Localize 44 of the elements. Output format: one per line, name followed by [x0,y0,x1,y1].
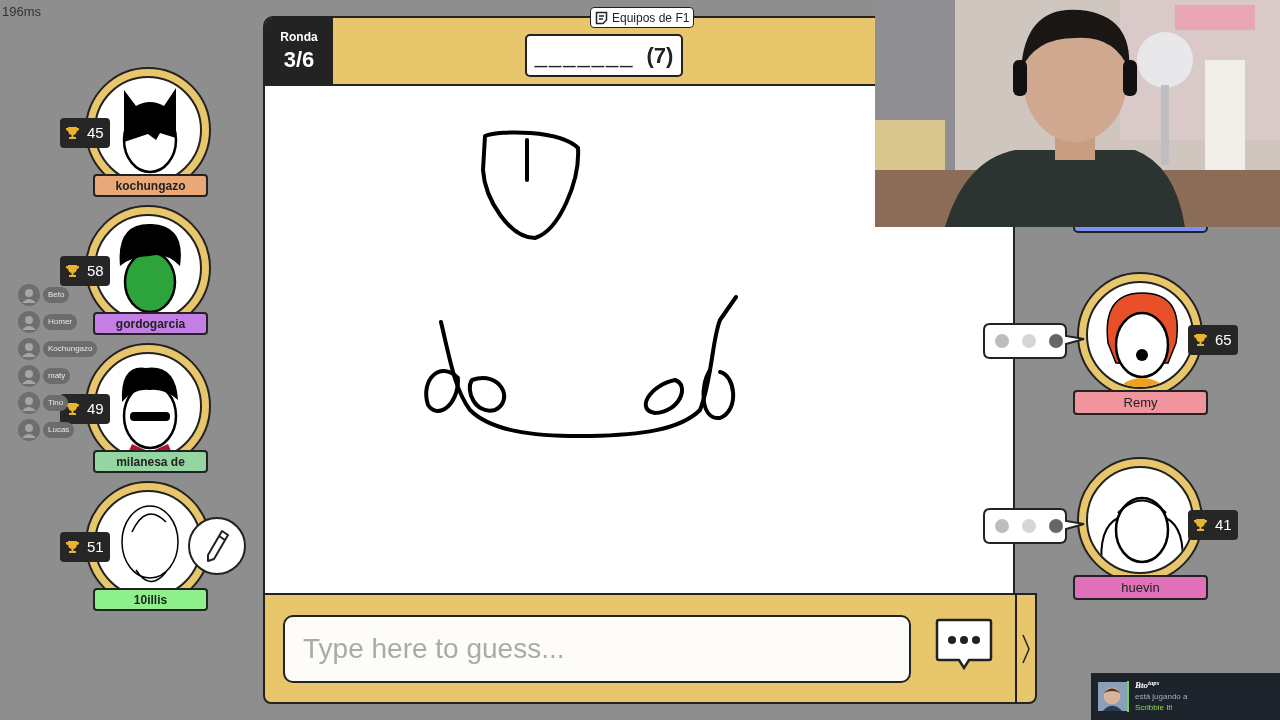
score-value: 51 [87,536,104,557]
score-value: 49 [87,398,104,419]
round-label: Ronda [280,29,318,47]
word-length: (7) [646,42,674,70]
player-name-plate: 10illis [93,588,208,611]
latency-label: 196ms [2,3,42,21]
trophy-icon [66,402,79,416]
avatar-icon [18,284,40,306]
avatar-icon [18,338,40,360]
avatar-icon [18,392,40,414]
avatar-icon [18,365,40,387]
player-name-plate: huevin [1073,575,1208,600]
score-value: 65 [1215,329,1232,350]
avatar-icon [18,311,40,333]
document-icon [595,10,608,25]
player-name-plate: milanesa de [93,450,208,473]
score-value: 41 [1215,514,1232,535]
trophy-icon [66,264,79,278]
trophy-icon [66,126,79,140]
game-name: Scribble It! [1135,702,1174,713]
score-value: 58 [87,260,104,281]
pencil-icon [204,529,230,563]
voice-user-name: Tino [43,395,69,411]
player-name-plate: Remy [1073,390,1208,415]
player-name-plate: kochungazo [93,174,208,197]
voice-user-name: Kochungazo [43,341,98,357]
voice-user-name: Homer [43,314,77,330]
team-tag: Equipos de F1 [590,7,695,28]
trophy-icon [1194,333,1207,347]
score-value: 45 [87,122,104,143]
chevron-right-icon[interactable] [1022,633,1030,664]
trophy-icon [1194,518,1207,532]
round-counter: 3/6 [283,46,315,74]
notification-text: está jugando a [1135,691,1188,702]
guess-input[interactable]: Type here to guess... [283,614,911,683]
avatar-icon [18,419,40,441]
drawing-canvas[interactable] [263,86,1015,593]
user-name: Bto$^{taps}$ [1135,680,1161,691]
word-blanks: _______ [534,42,635,70]
voice-user-name: Beto [43,287,70,303]
voice-user-name: maty [43,368,71,384]
player-name-plate: gordogarcia [93,312,208,335]
trophy-icon [66,540,79,554]
voice-user-name: Lucas [43,422,75,438]
